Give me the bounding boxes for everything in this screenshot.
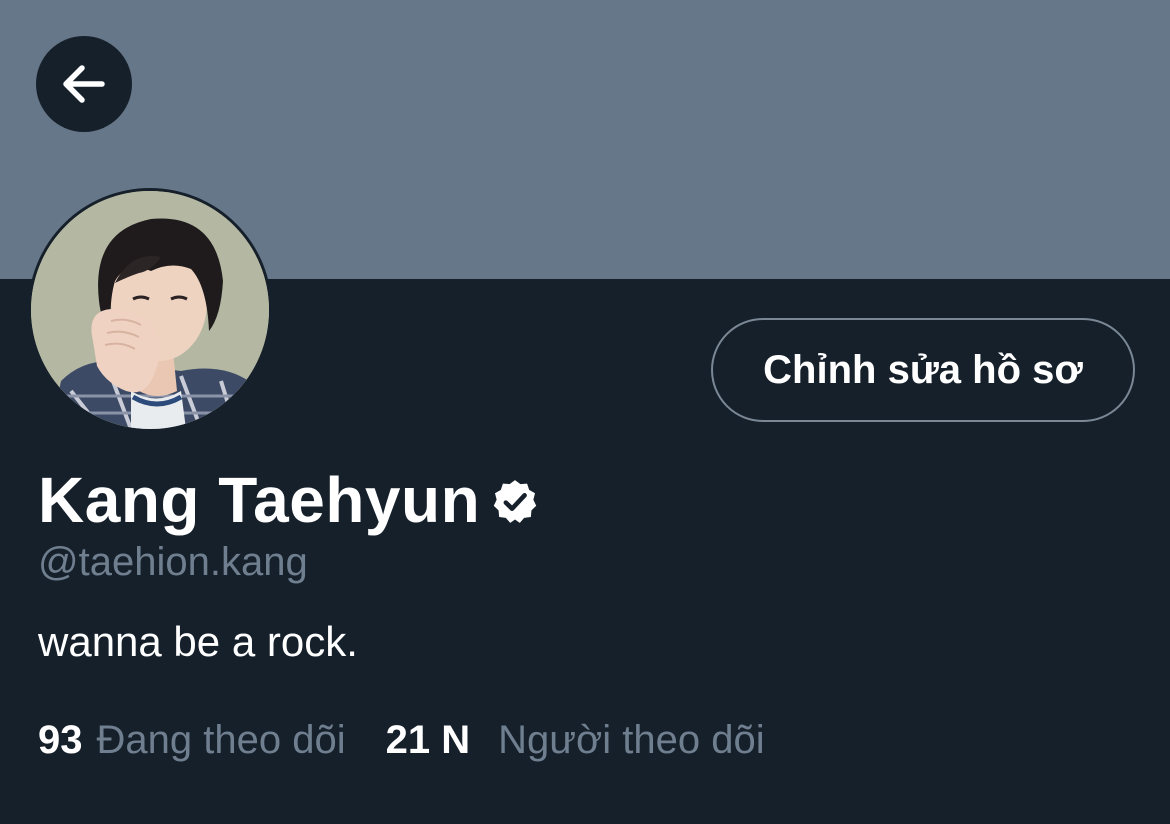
display-name: Kang Taehyun: [38, 464, 481, 536]
profile-photo: [31, 191, 269, 429]
followers-count: 21 N: [385, 718, 471, 762]
edit-profile-button[interactable]: Chỉnh sửa hồ sơ: [711, 318, 1135, 422]
username-handle: @taehion.kang: [38, 540, 308, 584]
following-stat[interactable]: 93 Đang theo dõi: [38, 718, 346, 763]
profile-name-row: Kang Taehyun: [38, 464, 540, 536]
followers-label: Người theo dõi: [498, 718, 765, 762]
following-count: 93: [38, 718, 83, 762]
followers-stat[interactable]: 21 N Người theo dõi: [386, 718, 765, 763]
arrow-left-icon: [63, 65, 105, 103]
avatar[interactable]: [28, 188, 272, 432]
follow-stats: 93 Đang theo dõi 21 N Người theo dõi: [38, 718, 765, 763]
back-button[interactable]: [36, 36, 132, 132]
profile-bio: wanna be a rock.: [38, 618, 358, 665]
verified-badge-icon: [493, 480, 537, 523]
following-label: Đang theo dõi: [96, 718, 346, 762]
